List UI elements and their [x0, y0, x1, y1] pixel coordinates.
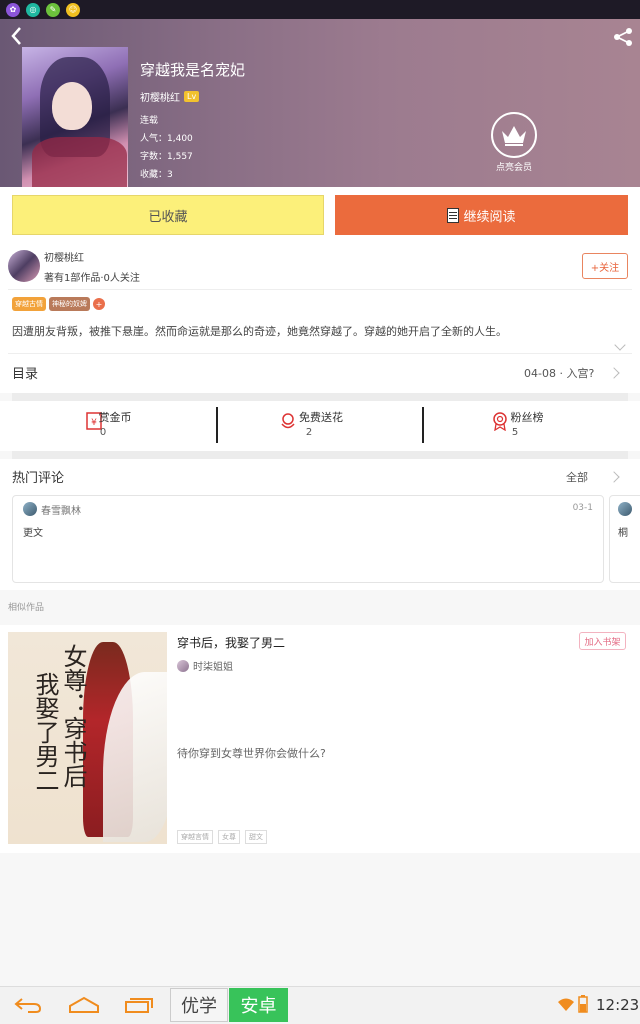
similar-book-description: 待你穿到女尊世界你会做什么? [177, 747, 326, 760]
stat-reward-coins[interactable]: ¥ 赏金币 0 [0, 401, 206, 451]
comments-carousel[interactable]: 春雪飘林 03-1 更文 桐 [0, 495, 640, 590]
stat-label: 免费送花 [299, 411, 343, 424]
brand-label-left: 优学 [170, 988, 228, 1022]
stat-label: 赏金币 [98, 411, 132, 424]
catalog-latest-chapter: 04-08 · 入宫? [524, 367, 595, 380]
wifi-icon [558, 998, 574, 1011]
book-cover-image[interactable] [22, 47, 128, 187]
catalog-row[interactable]: 目录 04-08 · 入宫? [0, 353, 640, 393]
genre-tag[interactable]: 穿越古情 [12, 297, 46, 311]
system-nav-bar: 优学 安卓 12:23 [0, 986, 640, 1024]
similar-tag: 女尊 [218, 830, 240, 844]
book-hero: 穿越我是名宠妃 初樱桃红 Lv 连载 人气：1,400 字数：1,557 收藏：… [0, 19, 640, 187]
comment-date: 03-1 [572, 503, 593, 513]
book-favorites: 收藏：3 [140, 170, 173, 180]
tag-list: 穿越古情 神秘的奴婢 + [12, 297, 105, 311]
stat-value: 5 [511, 427, 519, 438]
comments-title: 热门评论 [12, 471, 65, 486]
recent-apps-icon[interactable] [124, 996, 154, 1014]
similar-book-cover[interactable]: 女尊：穿书后 我娶了男二 [8, 632, 167, 844]
add-tag-button[interactable]: + [93, 298, 105, 310]
author-section: 初樱桃红 著有1部作品·0人关注 +关注 穿越古情 神秘的奴婢 + 因遭朋友背叛… [0, 241, 640, 353]
book-word-count: 字数：1,557 [140, 152, 193, 162]
book-synopsis: 因遭朋友背叛，被推下悬崖。然而命运就是那么的奇迹，她竟然穿越了。穿越的她开启了全… [12, 325, 507, 338]
book-title: 穿越我是名宠妃 [140, 61, 246, 79]
comments-header: 热门评论 全部 [0, 459, 640, 495]
back-arrow-icon[interactable] [8, 25, 26, 47]
crown-icon [491, 112, 537, 158]
app-notification-icon: ✿ [6, 2, 20, 17]
similar-book-author[interactable]: 时柒姐姐 [177, 658, 233, 673]
collected-button[interactable]: 已收藏 [12, 195, 324, 235]
share-icon[interactable] [612, 27, 634, 47]
comment-card[interactable]: 桐 [609, 495, 640, 583]
divider [8, 289, 632, 290]
author-meta: 著有1部作品·0人关注 [44, 273, 140, 284]
battery-icon [578, 995, 588, 1013]
similar-book-title: 穿书后，我娶了男二 [177, 636, 286, 650]
member-label: 点亮会员 [495, 163, 532, 173]
similar-author-avatar [177, 659, 189, 672]
divider [8, 353, 632, 354]
author-name[interactable]: 初樱桃红 [44, 249, 84, 264]
smile-notification-icon: ☺ [66, 2, 80, 17]
add-to-shelf-button[interactable]: 加入书架 [579, 632, 626, 650]
continue-reading-button[interactable]: 继续阅读 [335, 195, 628, 235]
action-bar: 已收藏 继续阅读 [0, 187, 640, 241]
book-popularity: 人气：1,400 [140, 134, 193, 144]
leaf-notification-icon: ✎ [46, 2, 60, 17]
comment-card[interactable]: 春雪飘林 03-1 更文 [12, 495, 604, 583]
author-avatar[interactable] [8, 250, 40, 282]
stat-free-flowers[interactable]: 免费送花 2 [206, 401, 412, 451]
hero-author-name: 初樱桃红 [140, 93, 180, 104]
genre-tag[interactable]: 神秘的奴婢 [49, 297, 90, 311]
section-divider [12, 393, 628, 401]
similar-tag: 甜文 [245, 830, 267, 844]
book-status: 连载 [140, 116, 159, 126]
similar-book-tags: 穿越言情 女尊 甜文 [177, 830, 267, 844]
clock: 12:23 [596, 996, 640, 1014]
all-comments-link[interactable]: 全部 [566, 469, 588, 485]
brand-label-right: 安卓 [229, 988, 288, 1022]
catalog-title: 目录 [12, 367, 39, 382]
chevron-right-icon [608, 367, 620, 379]
level-badge: Lv [184, 91, 200, 102]
stat-label: 粉丝榜 [510, 411, 544, 424]
document-icon [447, 207, 460, 223]
commenter-avatar[interactable] [23, 502, 37, 516]
member-button[interactable]: 点亮会员 [488, 112, 540, 173]
book-stats: 连载 人气：1,400 字数：1,557 收藏：3 [140, 112, 193, 184]
section-divider [12, 451, 628, 459]
expand-chevron-icon[interactable] [614, 339, 626, 351]
stats-row: ¥ 赏金币 0 免费送花 2 粉丝榜 5 [0, 401, 640, 451]
similar-author-name: 时柒姐姐 [193, 662, 233, 673]
commenter-avatar[interactable] [618, 502, 632, 516]
back-nav-icon[interactable] [14, 996, 42, 1014]
continue-reading-label: 继续阅读 [463, 209, 516, 225]
stat-value: 0 [99, 427, 107, 438]
similar-book-item[interactable]: 女尊：穿书后 我娶了男二 穿书后，我娶了男二 加入书架 时柒姐姐 待你穿到女尊世… [0, 625, 640, 853]
stat-value: 2 [305, 427, 313, 438]
sync-notification-icon: ◎ [26, 2, 40, 17]
stat-fan-ranking[interactable]: 粉丝榜 5 [412, 401, 618, 451]
commenter-name: 春雪飘林 [41, 506, 81, 517]
chevron-right-icon[interactable] [608, 471, 620, 483]
follow-button[interactable]: +关注 [582, 253, 628, 279]
status-bar: ✿ ◎ ✎ ☺ [0, 0, 640, 19]
hero-author-row[interactable]: 初樱桃红 Lv [140, 89, 200, 104]
comment-text: 更文 [23, 528, 43, 539]
home-nav-icon[interactable] [68, 996, 100, 1014]
comment-text: 桐 [618, 528, 628, 539]
similar-tag: 穿越言情 [177, 830, 213, 844]
similar-section-label: 相似作品 [8, 603, 45, 613]
